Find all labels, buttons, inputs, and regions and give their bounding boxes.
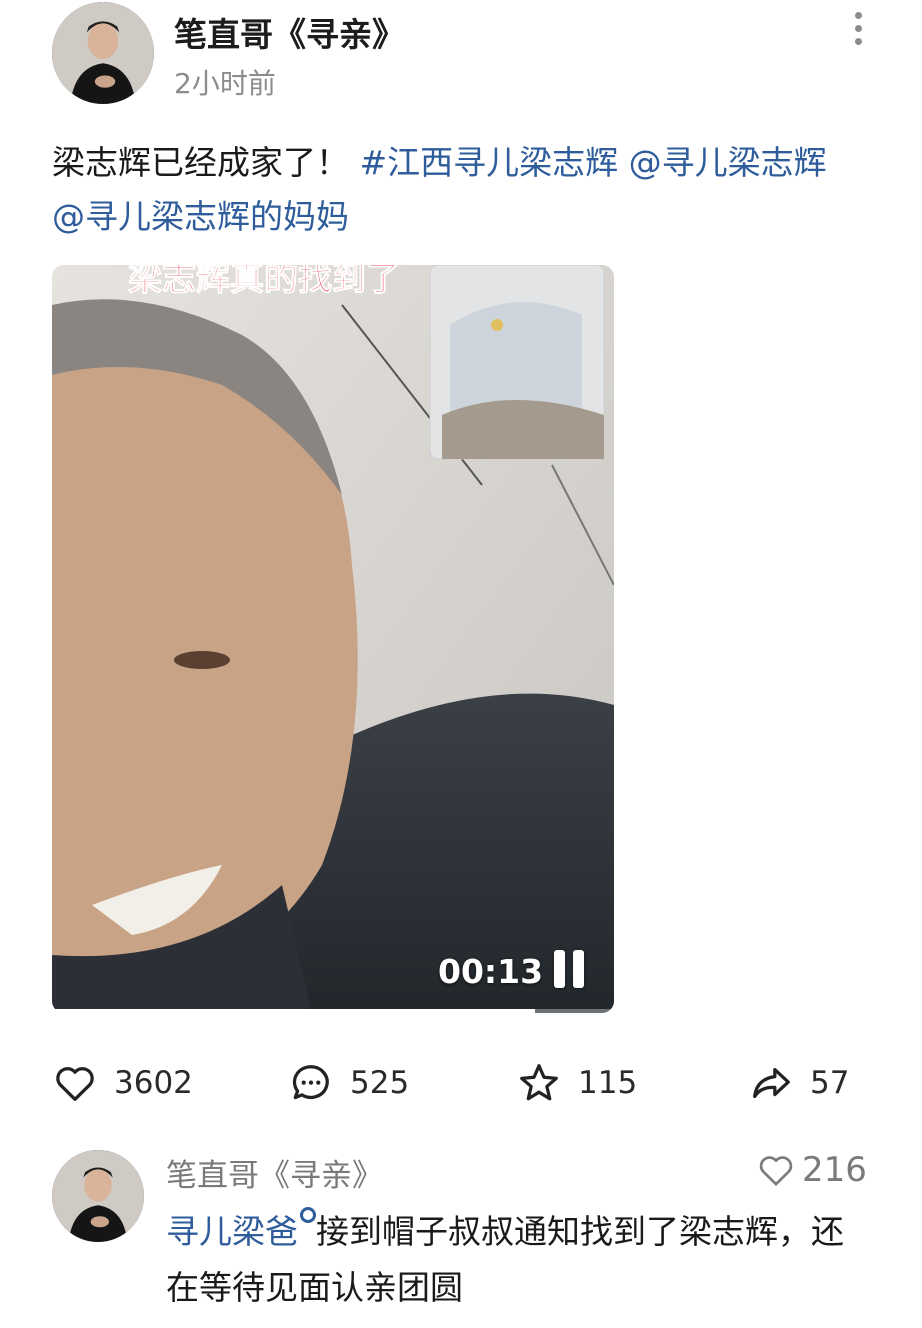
comment-author-avatar[interactable] [52, 1150, 144, 1242]
video-progress-bar[interactable] [52, 1009, 614, 1013]
favorite-count: 115 [578, 1065, 638, 1101]
hashtag-link[interactable]: #江西寻儿梁志辉 [360, 143, 619, 182]
share-count: 57 [810, 1065, 850, 1101]
comment-mention-link[interactable]: 寻儿梁爸 [166, 1212, 298, 1251]
heart-icon [56, 1067, 94, 1101]
comment-text: 寻儿梁爸 接到帽子叔叔通知找到了梁志辉，还在等待见面认亲团圆 [166, 1204, 866, 1316]
comment-author-name[interactable]: 笔直哥《寻亲》 [166, 1150, 383, 1195]
comment-count: 525 [350, 1065, 410, 1101]
post-text: 梁志辉已经成家了！ #江西寻儿梁志辉 @寻儿梁志辉 @寻儿梁志辉的妈妈 [52, 136, 862, 244]
avatar-photo [52, 1150, 144, 1242]
mention-link[interactable]: @寻儿梁志辉 [629, 143, 827, 182]
video-timestamp: 00:13 [438, 952, 544, 991]
share-button[interactable]: 57 [748, 1058, 849, 1108]
author-avatar[interactable] [52, 2, 154, 104]
more-options-icon[interactable] [846, 8, 870, 48]
heart-icon [759, 1156, 793, 1186]
comment-button[interactable]: 525 [288, 1058, 409, 1108]
post-text-body: 梁志辉已经成家了！ [52, 143, 349, 182]
pause-icon[interactable] [551, 950, 587, 990]
like-button[interactable]: 3602 [52, 1058, 193, 1108]
like-count: 3602 [114, 1065, 193, 1101]
mention-link-mother[interactable]: @寻儿梁志辉的妈妈 [52, 197, 349, 236]
share-icon [753, 1067, 790, 1099]
comment-like-count: 216 [802, 1150, 867, 1190]
comment-icon [292, 1065, 329, 1100]
search-icon [300, 1207, 316, 1223]
favorite-button[interactable]: 115 [516, 1058, 637, 1108]
star-icon [520, 1064, 558, 1101]
comment-like-button[interactable]: 216 [756, 1150, 867, 1190]
author-name[interactable]: 笔直哥《寻亲》 [174, 8, 405, 56]
video-progress-fill [52, 1009, 536, 1013]
post-timestamp: 2小时前 [174, 67, 276, 100]
video-caption-overlay: 梁志辉真的找到了 [128, 265, 401, 300]
avatar-photo [52, 2, 154, 104]
video-player[interactable]: 梁志辉真的找到了 [52, 265, 614, 1013]
video-frame [52, 265, 614, 1013]
